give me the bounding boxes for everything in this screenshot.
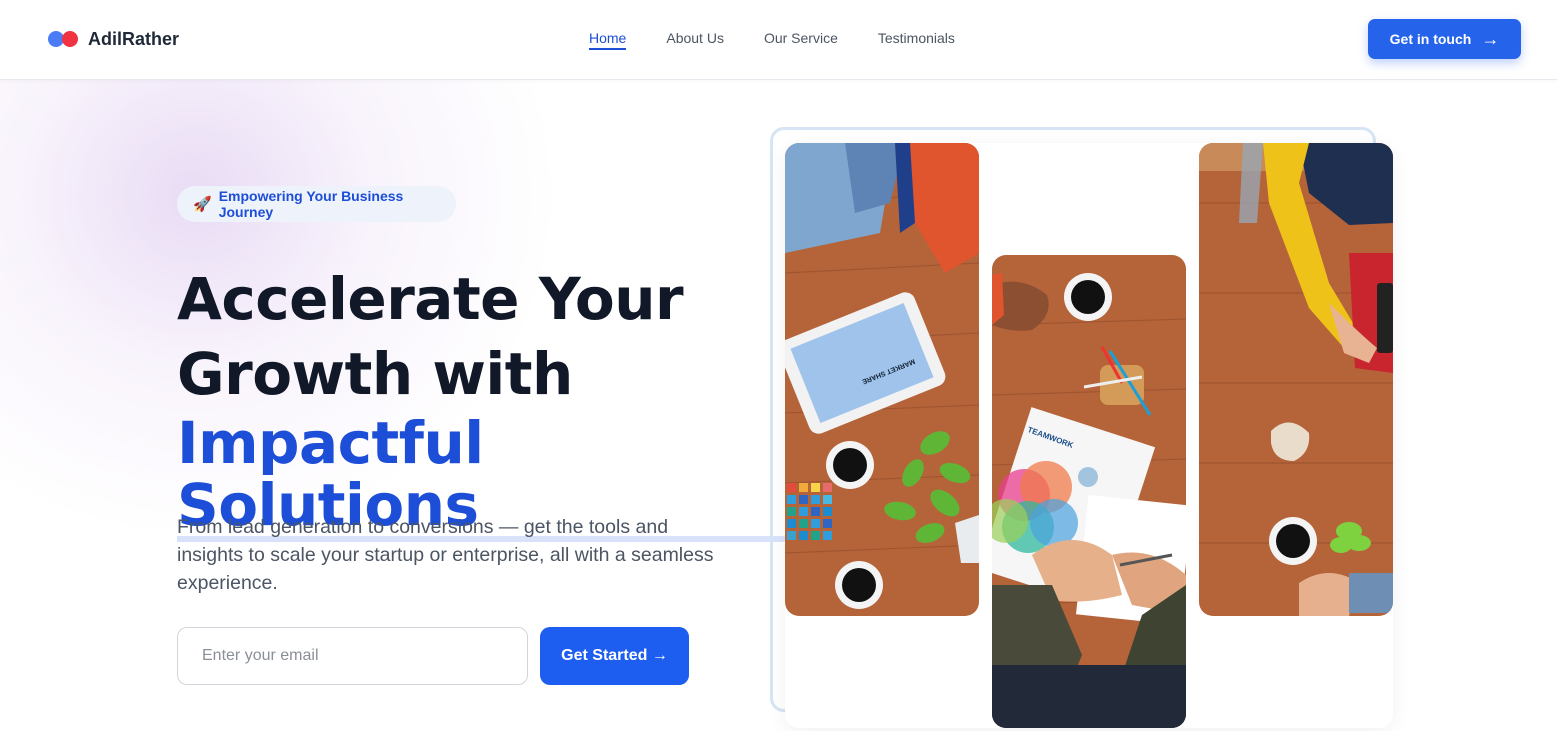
hero-headline: Accelerate Your Growth with Impactful So…	[177, 262, 797, 543]
gallery-photo-3	[1199, 143, 1393, 616]
nav-links: Home About Us Our Service Testimonials	[589, 30, 995, 50]
gallery-photo-2: TEAMWORK	[992, 255, 1186, 728]
get-in-touch-label: Get in touch	[1389, 31, 1472, 47]
hero-subtext: From lead generation to conversions — ge…	[177, 516, 714, 594]
gallery-photo-1: MARKET SHARE	[785, 143, 979, 616]
nav-link-testimonials[interactable]: Testimonials	[878, 30, 955, 50]
brand-logo[interactable]: AdilRather	[48, 28, 179, 50]
email-input[interactable]	[177, 627, 528, 685]
nav-link-home[interactable]: Home	[589, 30, 627, 50]
logo-red-dot	[62, 31, 78, 47]
logo-dots-icon	[48, 28, 82, 50]
rocket-icon: 🚀	[193, 196, 212, 213]
arrow-right-icon: →	[1481, 28, 1500, 49]
get-started-button[interactable]: Get Started →	[540, 627, 689, 685]
brand-name: AdilRather	[88, 28, 180, 49]
hero-badge: 🚀 Empowering Your Business Journey	[177, 186, 456, 222]
nav-link-our-service[interactable]: Our Service	[764, 30, 838, 50]
headline-line-1: Accelerate Your	[177, 265, 684, 333]
navbar: AdilRather Home About Us Our Service Tes…	[0, 0, 1557, 80]
nav-link-about-us[interactable]: About Us	[666, 30, 724, 50]
headline-line-2: Growth with	[177, 340, 573, 408]
hero-badge-text: Empowering Your Business Journey	[218, 188, 404, 220]
get-in-touch-button[interactable]: Get in touch →	[1368, 19, 1521, 59]
